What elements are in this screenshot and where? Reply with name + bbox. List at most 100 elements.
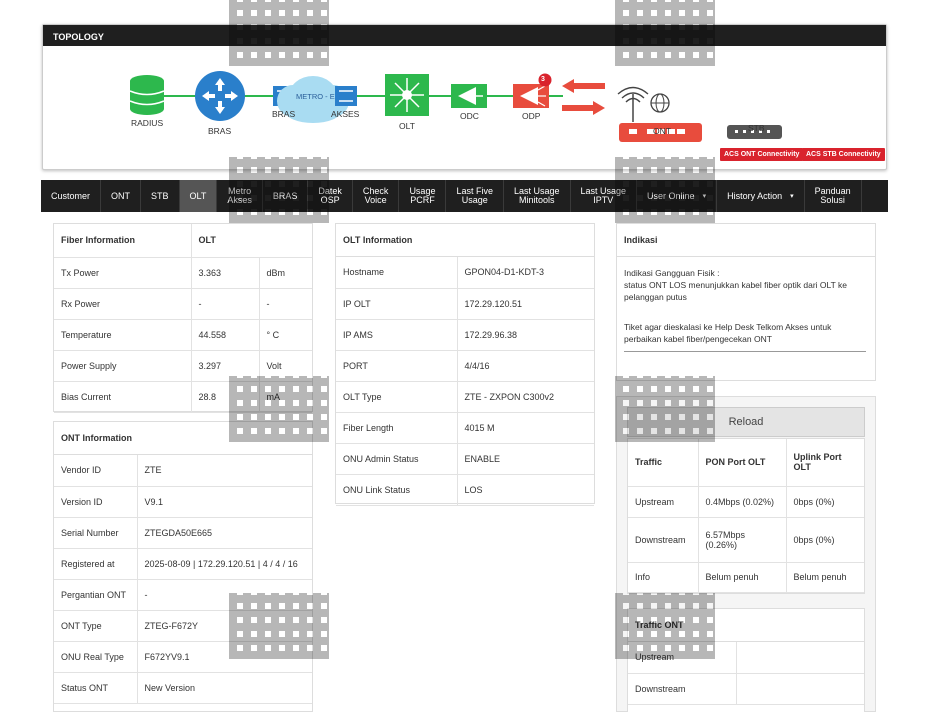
- nav-item-label: Customer: [51, 190, 91, 201]
- nav-item-label: Last Usage IPTV: [581, 187, 627, 205]
- fiber-key: Power Supply: [54, 350, 191, 382]
- nav-item-label: Panduan Solusi: [815, 187, 851, 205]
- fiber-unit: mA: [258, 381, 312, 413]
- nav-item-ont[interactable]: ONT: [101, 180, 142, 212]
- fiber-header-row: Fiber Information OLT: [54, 224, 312, 258]
- olt-value: 4/4/16: [456, 350, 594, 382]
- nav-item-label-line1: ONT: [111, 190, 131, 201]
- ont-information-panel: ONT Information Vendor ID ZTE Version ID V9…: [53, 421, 313, 712]
- odp-badge-count: 3: [541, 76, 545, 83]
- nav-item-stb[interactable]: STB: [141, 180, 180, 212]
- nav-item-last-five-usage[interactable]: Last Five Usage: [446, 180, 504, 212]
- odc-device-icon[interactable]: [451, 84, 487, 108]
- table-row: IP AMS 172.29.96.38: [336, 319, 594, 351]
- olt-value: 4015 M: [456, 412, 594, 444]
- table-row: PORT 4/4/16: [336, 350, 594, 382]
- nav-item-history-action[interactable]: History Action ▾: [717, 180, 805, 212]
- traffic-header: Traffic: [628, 439, 698, 487]
- nav-item-label-line1: OLT: [189, 190, 207, 201]
- nav-item-metro-akses[interactable]: Metro Akses: [217, 180, 263, 212]
- nav-item-last-usage-minitools[interactable]: Last Usage Minitools: [504, 180, 571, 212]
- traffic-ont-value: [735, 673, 864, 705]
- nav-item-label-line2: IPTV: [593, 195, 614, 205]
- traffic-key: Info: [628, 562, 698, 593]
- olt-label: OLT: [399, 121, 415, 131]
- bras-small-label: BRAS: [272, 109, 296, 119]
- ont-value: 2025-08-09 | 172.29.120.51 | 4 / 4 / 16: [136, 548, 312, 580]
- odp-device-icon[interactable]: [513, 84, 549, 108]
- traffic-ont-panel: Traffic ONT Upstream Downstream: [627, 608, 865, 712]
- ont-key: ONU Real Type: [54, 641, 137, 673]
- nav-item-label: Last Usage Minitools: [514, 187, 560, 205]
- nav-item-last-usage-iptv[interactable]: Last Usage IPTV: [571, 180, 638, 212]
- traffic-header-row: Traffic PON Port OLT Uplink Port OLT: [628, 439, 864, 487]
- pon-value: 0.4Mbps (0.02%): [697, 486, 786, 518]
- fiber-value: -: [190, 288, 259, 320]
- bras-router-icon[interactable]: [195, 71, 245, 121]
- nav-item-label-line1: User Online: [647, 190, 695, 201]
- uplink-value: 0bps (0%): [785, 486, 864, 518]
- nav-item-bras[interactable]: BRAS: [263, 180, 309, 212]
- wifi-antenna-icon: [617, 86, 649, 122]
- akses-switch-icon[interactable]: [335, 86, 357, 106]
- fiber-unit: dBm: [258, 257, 312, 289]
- table-row: Temperature 44.558 ° C: [54, 319, 312, 351]
- nav-item-user-online[interactable]: User Online ▾: [637, 180, 718, 212]
- nav-item-usage-pcrf[interactable]: Usage PCRF: [399, 180, 447, 212]
- nav-item-label-line1: BRAS: [272, 190, 298, 201]
- olt-value: 172.29.120.51: [456, 288, 594, 320]
- olt-key: Hostname: [336, 257, 457, 289]
- nav-item-label-line2: OSP: [320, 195, 340, 205]
- traffic-ont-title: Traffic ONT: [628, 609, 864, 642]
- fiber-key: Rx Power: [54, 288, 191, 320]
- table-row: Version ID V9.1: [54, 486, 312, 518]
- ont-information-table: Vendor ID ZTE Version ID V9.1 Serial Number Z…: [54, 455, 312, 704]
- olt-key: ONU Link Status: [336, 474, 457, 506]
- traffic-key: Upstream: [628, 486, 698, 518]
- fiber-information-title: Fiber Information: [54, 224, 191, 258]
- nav-item-label: Metro Akses: [227, 187, 252, 205]
- nav-item-olt[interactable]: OLT: [179, 180, 218, 212]
- ont-value: F672YV9.1: [136, 641, 312, 673]
- olt-device-icon[interactable]: [385, 74, 429, 116]
- ont-key: Serial Number: [54, 517, 137, 549]
- ont-key: Status ONT: [54, 672, 137, 704]
- nav-item-label-line2: Akses: [227, 195, 252, 205]
- nav-item-label: Last Five Usage: [456, 187, 493, 205]
- fiber-value: 28.8: [190, 381, 259, 413]
- traffic-table: Traffic PON Port OLT Uplink Port OLT Upstre…: [628, 439, 864, 593]
- nav-item-label-line1: History Action: [727, 190, 783, 201]
- acs-ont-connectivity-button[interactable]: ACS ONT Connectivity: [720, 148, 804, 161]
- radius-db-icon[interactable]: [129, 75, 165, 115]
- main-nav: Customer ONT STB OLT Metro Akses BRAS Datek OSP C…: [41, 180, 888, 212]
- table-row: Serial Number ZTEGDA50E665: [54, 517, 312, 549]
- nav-item-label-line1: Customer: [51, 190, 91, 201]
- olt-value: ZTE - ZXPON C300v2: [456, 381, 594, 413]
- olt-key: OLT Type: [336, 381, 457, 413]
- nav-item-check-voice[interactable]: Check Voice: [353, 180, 400, 212]
- bidirectional-arrow-icon: [562, 79, 605, 115]
- pon-value: 6.57Mbps (0.26%): [697, 517, 786, 563]
- table-row: Tx Power 3.363 dBm: [54, 257, 312, 289]
- indikasi-line-1: Indikasi Gangguan Fisik :: [624, 268, 720, 278]
- traffic-ont-key: Downstream: [628, 673, 736, 705]
- ont-key: Pergantian ONT: [54, 579, 137, 611]
- ont-value: ZTE: [136, 455, 312, 487]
- nav-item-label: Check Voice: [363, 187, 389, 205]
- nav-item-label: Usage PCRF: [409, 187, 435, 205]
- reload-button[interactable]: Reload: [627, 407, 865, 437]
- nav-item-panduan-solusi[interactable]: Panduan Solusi: [805, 180, 862, 212]
- table-row: Status ONT New Version: [54, 672, 312, 704]
- nav-item-label-line1: STB: [151, 190, 169, 201]
- fiber-information-panel: Fiber Information OLT Tx Power 3.363 dBm Rx P…: [53, 223, 313, 413]
- table-row: Bias Current 28.8 mA: [54, 381, 312, 413]
- table-row: Upstream: [628, 642, 864, 674]
- nav-item-datek-osp[interactable]: Datek OSP: [308, 180, 353, 212]
- nav-item-label-line2: Voice: [364, 195, 387, 205]
- nav-item-customer[interactable]: Customer: [41, 180, 102, 212]
- indikasi-panel: Indikasi Indikasi Gangguan Fisik : statu…: [616, 223, 876, 381]
- table-row: Vendor ID ZTE: [54, 455, 312, 487]
- table-row: Pergantian ONT -: [54, 579, 312, 611]
- acs-stb-connectivity-button[interactable]: ACS STB Connectivity: [802, 148, 885, 161]
- nav-item-label-line2: Minitools: [518, 195, 555, 205]
